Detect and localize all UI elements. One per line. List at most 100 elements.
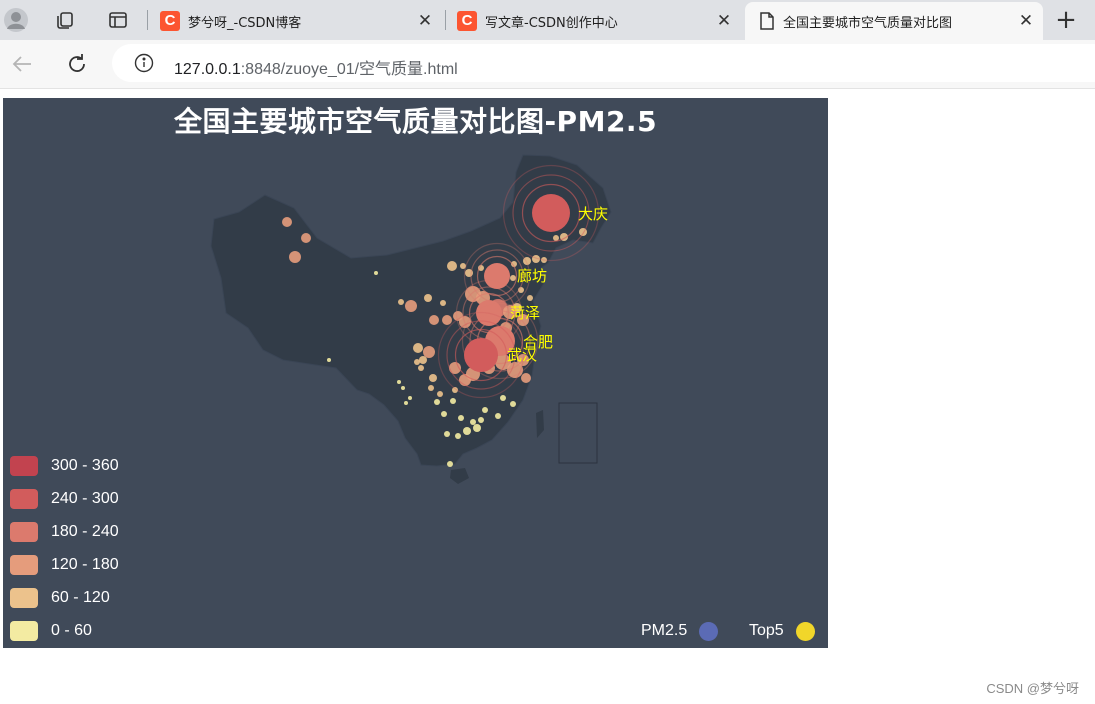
legend-label: Top5: [749, 622, 784, 639]
csdn-icon: C: [457, 11, 477, 31]
pm25-point[interactable]: [418, 365, 424, 371]
pm25-point[interactable]: [404, 401, 408, 405]
address-bar: 127.0.0.1:8848/zuoye_01/空气质量.html: [0, 40, 1095, 89]
pm25-point[interactable]: [510, 401, 516, 407]
pm25-point[interactable]: [301, 233, 311, 243]
tab-separator: [445, 10, 446, 30]
pm25-point[interactable]: [429, 315, 439, 325]
visual-map-item-120-180[interactable]: 120 - 180: [10, 554, 119, 576]
pm25-point[interactable]: [374, 271, 378, 275]
legend-top5[interactable]: Top5: [749, 620, 815, 642]
pm25-point[interactable]: [447, 261, 457, 271]
top5-point[interactable]: [464, 338, 498, 372]
pm25-point[interactable]: [455, 433, 461, 439]
pm25-point[interactable]: [428, 385, 434, 391]
legend-label: 180 - 240: [51, 523, 119, 540]
visual-map-item-60-120[interactable]: 60 - 120: [10, 587, 110, 609]
pm25-point[interactable]: [289, 251, 301, 263]
pm25-point[interactable]: [419, 356, 427, 364]
pm25-point[interactable]: [441, 411, 447, 417]
pm25-point[interactable]: [463, 427, 471, 435]
air-quality-chart: 大庆 廊坊 菏泽 合肥 武汉 全国主要城市空气质量对比图-PM2.5 300 - 360…: [3, 98, 828, 648]
top5-label: 菏泽: [510, 304, 540, 322]
pm25-point[interactable]: [424, 294, 432, 302]
back-icon[interactable]: [8, 50, 36, 78]
pm25-point[interactable]: [398, 299, 404, 305]
legend-dot-top5: [795, 621, 815, 641]
tab-actions-icon[interactable]: [104, 6, 132, 34]
tab-title: 全国主要城市空气质量对比图: [783, 15, 953, 31]
info-icon[interactable]: [134, 53, 154, 77]
pm25-point[interactable]: [434, 399, 440, 405]
close-tab-icon[interactable]: ✕: [416, 12, 434, 30]
tab-separator: [147, 10, 148, 30]
top5-label: 大庆: [578, 205, 608, 223]
pm25-point[interactable]: [521, 373, 531, 383]
pm25-point[interactable]: [429, 374, 437, 382]
legend-label: 120 - 180: [51, 556, 119, 573]
taiwan-island: [536, 410, 544, 438]
visual-map-item-300-360[interactable]: 300 - 360: [10, 455, 119, 477]
refresh-icon[interactable]: [63, 50, 91, 78]
pm25-point[interactable]: [414, 359, 420, 365]
close-tab-icon[interactable]: ✕: [715, 12, 733, 30]
visual-map-item-240-300[interactable]: 240 - 300: [10, 488, 119, 510]
tab-air-quality[interactable]: 全国主要城市空气质量对比图 ✕: [745, 2, 1043, 40]
tab-title: 写文章-CSDN创作中心: [485, 15, 618, 31]
profile-avatar-icon[interactable]: [2, 6, 30, 34]
pm25-point[interactable]: [473, 424, 481, 432]
hainan-island: [450, 468, 469, 484]
pm25-point[interactable]: [450, 398, 456, 404]
pm25-point[interactable]: [423, 346, 435, 358]
top5-label: 廊坊: [517, 267, 547, 285]
document-icon: [759, 12, 775, 30]
pm25-point[interactable]: [444, 431, 450, 437]
pm25-point[interactable]: [442, 315, 452, 325]
pm25-point[interactable]: [495, 413, 501, 419]
pm25-point[interactable]: [437, 391, 443, 397]
pm25-point[interactable]: [510, 275, 516, 281]
south-sea-inset: [558, 402, 598, 464]
top5-point[interactable]: [532, 194, 570, 232]
pm25-point[interactable]: [440, 300, 446, 306]
pm25-point[interactable]: [282, 217, 292, 227]
legend-pm25[interactable]: PM2.5: [641, 620, 719, 642]
pm25-point[interactable]: [405, 300, 417, 312]
visual-map-item-0-60[interactable]: 0 - 60: [10, 620, 92, 642]
pm25-point[interactable]: [397, 380, 401, 384]
new-tab-button[interactable]: +: [1052, 6, 1080, 34]
top5-label: 武汉: [507, 346, 537, 364]
legend-label: 240 - 300: [51, 490, 119, 507]
collections-icon[interactable]: [51, 6, 79, 34]
pm25-point[interactable]: [527, 295, 533, 301]
pm25-point[interactable]: [482, 407, 488, 413]
legend-swatch: [10, 489, 38, 509]
legend-swatch: [10, 555, 38, 575]
legend-swatch: [10, 621, 38, 641]
pm25-point[interactable]: [408, 396, 412, 400]
tab-csdn-blog[interactable]: C 梦兮呀_-CSDN博客 ✕: [152, 2, 442, 40]
visual-map-item-180-240[interactable]: 180 - 240: [10, 521, 119, 543]
tab-title: 梦兮呀_-CSDN博客: [188, 15, 302, 31]
pm25-point[interactable]: [327, 358, 331, 362]
legend-label: PM2.5: [641, 622, 688, 639]
url-path: :8848/zuoye_01/空气质量.html: [240, 61, 458, 78]
pm25-point[interactable]: [470, 419, 476, 425]
csdn-icon: C: [160, 11, 180, 31]
tab-bar: C 梦兮呀_-CSDN博客 ✕ C 写文章-CSDN创作中心 ✕ 全国主要城市空…: [0, 0, 1095, 40]
legend-label: 0 - 60: [51, 622, 92, 639]
pm25-point[interactable]: [500, 395, 506, 401]
legend-label: 300 - 360: [51, 457, 119, 474]
pm25-point[interactable]: [413, 343, 423, 353]
pm25-point[interactable]: [478, 417, 484, 423]
pm25-point[interactable]: [401, 386, 405, 390]
url-field[interactable]: 127.0.0.1:8848/zuoye_01/空气质量.html: [112, 44, 1095, 82]
tab-csdn-editor[interactable]: C 写文章-CSDN创作中心 ✕: [449, 2, 741, 40]
pm25-point[interactable]: [458, 415, 464, 421]
legend-swatch: [10, 588, 38, 608]
pm25-point[interactable]: [447, 461, 453, 467]
legend-label: 60 - 120: [51, 589, 110, 606]
china-map: 大庆廊坊菏泽合肥武汉: [210, 154, 612, 484]
close-tab-icon[interactable]: ✕: [1017, 12, 1035, 30]
url-text: 127.0.0.1:8848/zuoye_01/空气质量.html: [174, 55, 458, 79]
